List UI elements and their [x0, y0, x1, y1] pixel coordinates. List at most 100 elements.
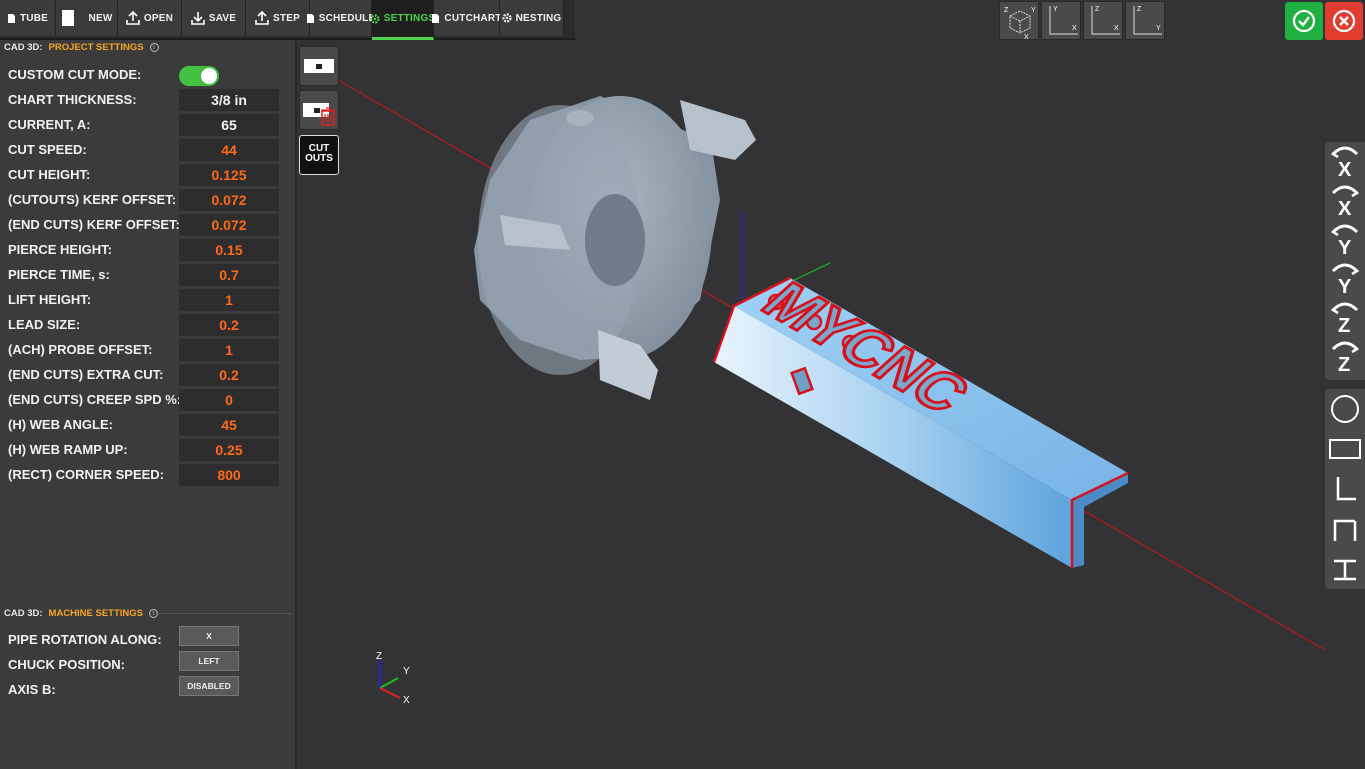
rotate-z-cw-icon: Z	[1331, 341, 1360, 376]
setting-value-field[interactable]: 0.15	[179, 239, 279, 261]
svg-text:X: X	[1338, 198, 1352, 220]
setting-value-field[interactable]: 0.072	[179, 189, 279, 211]
setting-value-field[interactable]: 0.7	[179, 264, 279, 286]
toolbar-schedule-button[interactable]: SCHEDULE	[306, 0, 375, 36]
angle-icon	[1336, 477, 1356, 501]
setting-value-field[interactable]: 0	[179, 389, 279, 411]
view-yz-button[interactable]: ZY	[1125, 1, 1165, 40]
setting-row: (END CUTS) EXTRA CUT: 0.2	[0, 363, 297, 388]
cad-3d-app: MYCNC TUBE NEW OPEN SAVE STEP SCHEDULE SETTING…	[0, 0, 1365, 769]
view-xy-button[interactable]: YX	[1041, 1, 1081, 40]
rotate-x-ccw-button[interactable]: X	[1325, 142, 1365, 182]
view-xz-icon: ZX	[1091, 6, 1120, 35]
settings-panel: CAD 3D: PROJECT SETTINGS i CUSTOM CUT MO…	[0, 40, 297, 769]
rotate-z-cw-button[interactable]: Z	[1325, 337, 1365, 377]
setting-value-field[interactable]: 0.072	[179, 214, 279, 236]
toolbar-open-button[interactable]: OPEN	[118, 0, 182, 36]
divider	[150, 613, 292, 614]
angle-button[interactable]	[1325, 469, 1365, 509]
download-icon	[191, 11, 205, 25]
view-xz-button[interactable]: ZX	[1083, 1, 1123, 40]
cutout-add-button[interactable]	[299, 46, 339, 86]
setting-row: PIERCE TIME, s: 0.7	[0, 263, 297, 288]
view-iso-button[interactable]: Z Y X	[999, 1, 1039, 41]
rotate-y-cw-icon: Y	[1331, 263, 1360, 298]
toolbar-settings-button[interactable]: SETTINGS	[370, 0, 435, 40]
setting-row: (ACH) PROBE OFFSET: 1	[0, 338, 297, 363]
rotate-y-ccw-icon: Y	[1330, 224, 1359, 259]
h-beam-icon	[1334, 559, 1356, 581]
svg-text:Z: Z	[1095, 6, 1100, 13]
setting-label: (H) WEB RAMP UP:	[8, 442, 128, 457]
setting-label: LEAD SIZE:	[8, 317, 81, 332]
machine-setting-row: CHUCK POSITION: LEFT	[0, 651, 297, 678]
round-tube-icon	[1331, 395, 1359, 423]
main-toolbar: TUBE NEW OPEN SAVE STEP SCHEDULE SETTINGS CUTCH…	[0, 0, 575, 40]
cutouts-button[interactable]: CUT OUTS	[299, 135, 339, 175]
setting-value-field[interactable]: 44	[179, 139, 279, 161]
setting-row: (H) WEB ANGLE: 45	[0, 413, 297, 438]
setting-label: CUT SPEED:	[8, 142, 87, 157]
setting-label: CURRENT, A:	[8, 117, 91, 132]
toolbar-label: OPEN	[143, 12, 174, 24]
setting-row: (CUTOUTS) KERF OFFSET: 0.072	[0, 188, 297, 213]
svg-text:X: X	[1338, 159, 1352, 181]
toolbar-label: CUTCHART	[444, 12, 502, 24]
toolbar-tube-button[interactable]: TUBE	[0, 0, 56, 36]
svg-text:X: X	[403, 695, 410, 706]
rotate-toolbar: XXYYZZ	[1325, 142, 1365, 380]
setting-select-button[interactable]: LEFT	[179, 651, 239, 671]
svg-text:Y: Y	[403, 666, 410, 677]
setting-value-field[interactable]: 0.125	[179, 164, 279, 186]
toolbar-nesting-button[interactable]: NESTING	[500, 0, 564, 36]
setting-value-field[interactable]: 1	[179, 339, 279, 361]
blank-page-icon	[61, 9, 75, 27]
toolbar-label: STEP	[273, 12, 300, 24]
custom-cut-mode-toggle[interactable]	[179, 66, 219, 86]
cancel-button[interactable]	[1325, 2, 1363, 40]
rotate-y-cw-button[interactable]: Y	[1325, 259, 1365, 299]
cutouts-label: CUT OUTS	[305, 143, 333, 164]
file-icon	[7, 13, 16, 24]
setting-row: CURRENT, A: 65	[0, 113, 297, 138]
channel-button[interactable]	[1325, 509, 1365, 549]
setting-label: PIERCE TIME, s:	[8, 267, 110, 282]
cutout-shape-icon	[304, 59, 334, 73]
toolbar-label: TUBE	[19, 12, 49, 24]
rotate-z-ccw-button[interactable]: Z	[1325, 298, 1365, 338]
setting-value-field[interactable]: 0.2	[179, 364, 279, 386]
info-icon[interactable]: i	[149, 43, 159, 52]
close-circle-icon	[1332, 9, 1356, 33]
setting-value-field[interactable]: 45	[179, 414, 279, 436]
rotate-y-ccw-button[interactable]: Y	[1325, 220, 1365, 260]
gear-icon	[370, 13, 380, 24]
setting-select-button[interactable]: X	[179, 626, 239, 646]
angle-tube-model: MYCNC	[712, 270, 1129, 568]
setting-label: (ACH) PROBE OFFSET:	[8, 342, 153, 357]
file-icon	[306, 13, 315, 24]
toolbar-step-button[interactable]: STEP	[246, 0, 310, 36]
setting-row: PIERCE HEIGHT: 0.15	[0, 238, 297, 263]
svg-text:X: X	[1072, 25, 1077, 32]
setting-value-field[interactable]: 1	[179, 289, 279, 311]
rect-tube-button[interactable]	[1325, 429, 1365, 469]
toolbar-cutchart-button[interactable]: CUTCHART	[432, 0, 502, 36]
setting-value-field[interactable]: 3/8 in	[179, 89, 279, 111]
setting-select-button[interactable]: DISABLED	[179, 676, 239, 696]
section-prefix: CAD 3D:	[4, 608, 43, 619]
setting-value-field[interactable]: 65	[179, 114, 279, 136]
setting-value-field[interactable]: 800	[179, 464, 279, 486]
cutout-delete-button[interactable]	[299, 90, 339, 130]
round-tube-button[interactable]	[1325, 389, 1365, 429]
toolbar-label: SCHEDULE	[318, 12, 376, 24]
setting-row: (END CUTS) CREEP SPD %: 0	[0, 388, 297, 413]
setting-value-field[interactable]: 0.2	[179, 314, 279, 336]
toolbar-save-button[interactable]: SAVE	[182, 0, 246, 36]
setting-value-field[interactable]: 0.25	[179, 439, 279, 461]
h-beam-button[interactable]	[1325, 549, 1365, 589]
rotate-x-cw-button[interactable]: X	[1325, 181, 1365, 221]
setting-label: PIERCE HEIGHT:	[8, 242, 113, 257]
toolbar-new-button[interactable]: NEW	[56, 0, 118, 36]
custom-cut-mode-label: CUSTOM CUT MODE:	[8, 67, 142, 82]
confirm-button[interactable]	[1285, 2, 1323, 40]
